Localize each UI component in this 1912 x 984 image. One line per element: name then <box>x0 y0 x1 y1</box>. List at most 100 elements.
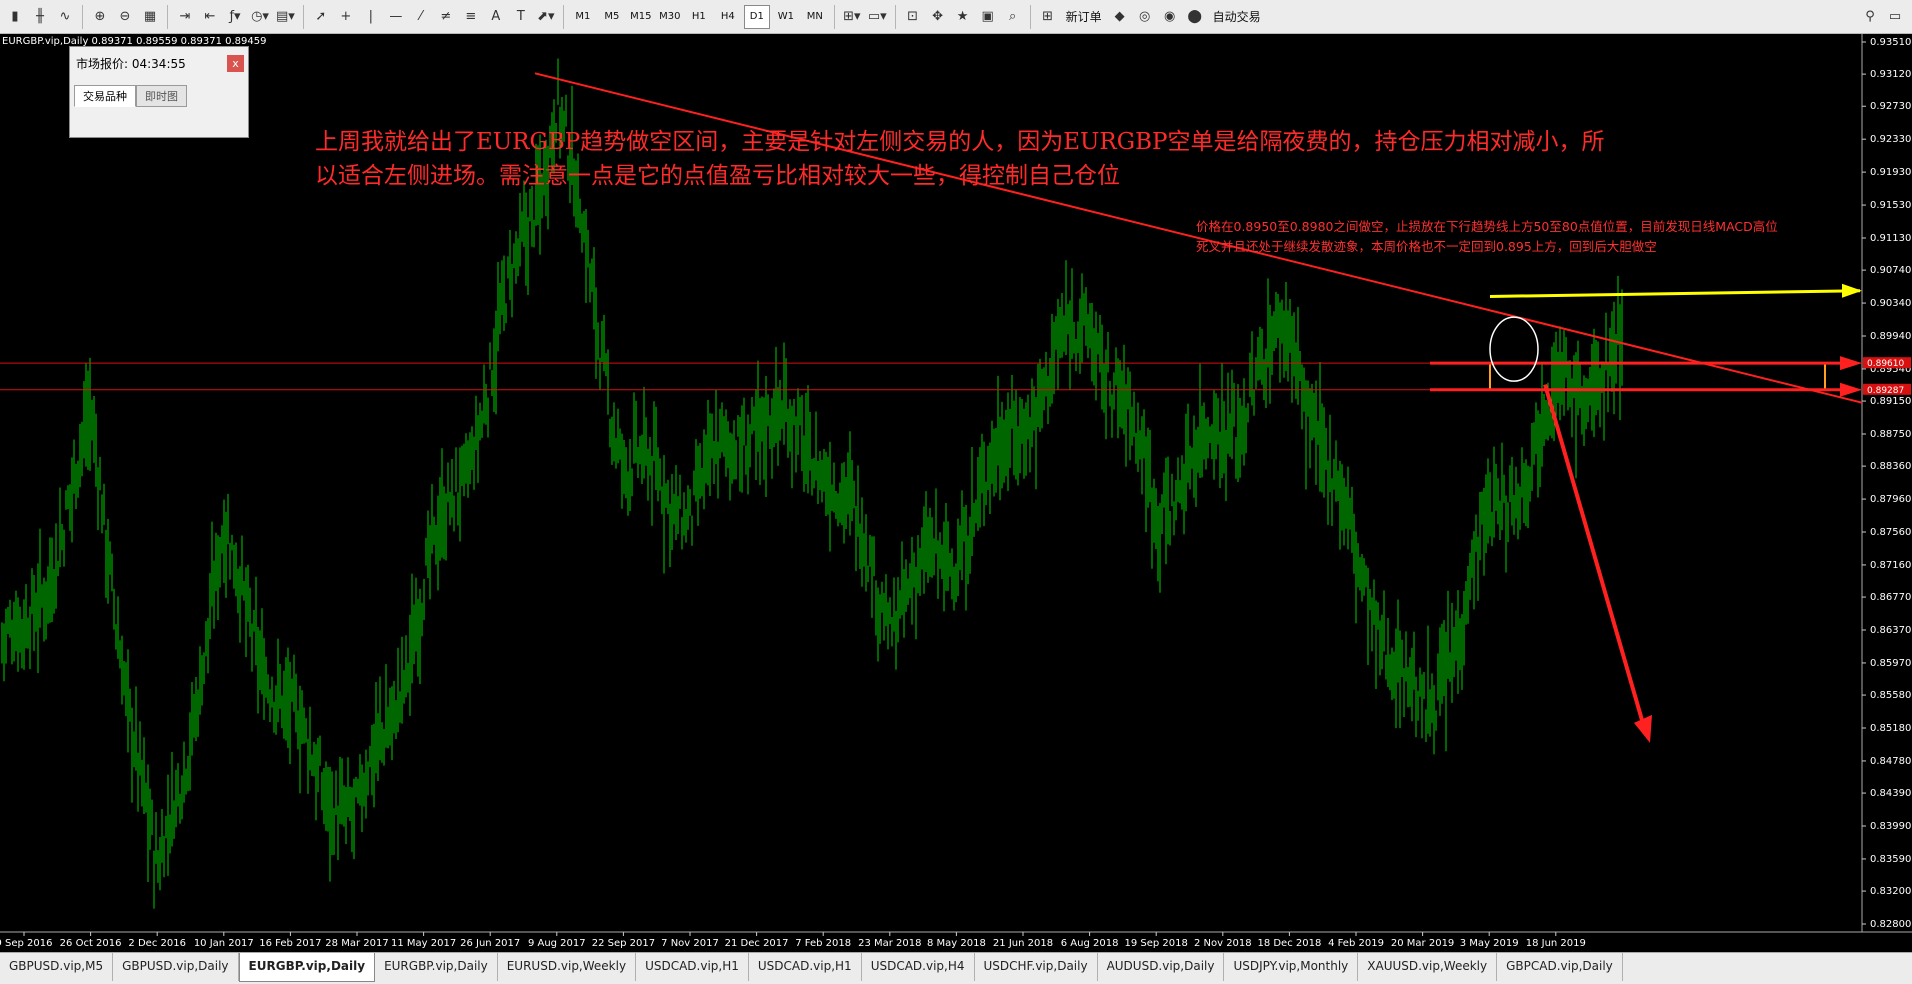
market-watch-tabs: 交易品种 即时图 <box>74 85 187 107</box>
arrows-icon[interactable]: ⬈▾ <box>535 5 557 29</box>
timeframe-h1[interactable]: H1 <box>686 5 712 29</box>
market-watch-window[interactable]: 市场报价: 04:34:55 x 交易品种 即时图 <box>69 46 249 138</box>
timeframe-w1[interactable]: W1 <box>773 5 799 29</box>
price-tick-label: 0.87960 <box>1870 494 1911 505</box>
price-tick-label: 0.90740 <box>1870 265 1911 276</box>
close-icon[interactable]: x <box>227 55 244 72</box>
chart-tab[interactable]: USDCHF.vip,Daily <box>975 953 1098 981</box>
time-tick-label: 11 May 2017 <box>391 938 456 949</box>
entry-zone-circle[interactable] <box>1489 316 1539 382</box>
new-order-icon[interactable]: ⊞ <box>1037 5 1059 29</box>
bar-chart-icon[interactable]: ▮ <box>4 5 26 29</box>
crosshair-icon[interactable]: + <box>335 5 357 29</box>
price-tick-label: 0.88360 <box>1870 461 1911 472</box>
timeframe-mn[interactable]: MN <box>802 5 828 29</box>
chart-tab[interactable]: EURGBP.vip,Daily <box>238 953 376 982</box>
time-tick-label: 2 Nov 2018 <box>1194 938 1252 949</box>
red-arrow-head <box>1840 382 1862 397</box>
yellow-arrow-head <box>1842 283 1862 298</box>
chart-tab[interactable]: AUDUSD.vip,Daily <box>1098 953 1225 981</box>
price-tick-label: 0.85970 <box>1870 658 1911 669</box>
navigator-icon[interactable]: ✥ <box>927 5 949 29</box>
timeframe-m15[interactable]: M15 <box>628 5 654 29</box>
time-tick-label: 9 Aug 2017 <box>528 938 586 949</box>
price-tick-label: 0.84780 <box>1870 756 1911 767</box>
search-icon[interactable]: ⚲ <box>1859 5 1881 29</box>
down-arrow <box>1543 384 1647 732</box>
trendline-icon[interactable]: ⁄ <box>410 5 432 29</box>
fibonacci-icon[interactable]: ≡ <box>460 5 482 29</box>
price-tick-label: 0.92730 <box>1870 101 1911 112</box>
new-chart-icon[interactable]: ⊞▾ <box>841 5 863 29</box>
price-tick-label: 0.84390 <box>1870 788 1911 799</box>
timeframe-m30[interactable]: M30 <box>657 5 683 29</box>
chart-tab[interactable]: GBPCAD.vip,Daily <box>1497 953 1623 981</box>
time-tick-label: 9 Sep 2016 <box>0 938 53 949</box>
periods-icon[interactable]: ◷▾ <box>249 5 271 29</box>
timeframe-m1[interactable]: M1 <box>570 5 596 29</box>
indicators-icon[interactable]: ƒ▾ <box>224 5 246 29</box>
price-tick-label: 0.83590 <box>1870 854 1911 865</box>
price-tick-label: 0.87160 <box>1870 560 1911 571</box>
text-icon[interactable]: A <box>485 5 507 29</box>
time-tick-label: 19 Sep 2018 <box>1125 938 1188 949</box>
tile-windows-icon[interactable]: ▦ <box>139 5 161 29</box>
auto-trade-button[interactable]: 自动交易 <box>1209 8 1265 25</box>
cursor-icon[interactable]: ➚ <box>310 5 332 29</box>
favorites-icon[interactable]: ★ <box>952 5 974 29</box>
price-tick-label: 0.85180 <box>1870 723 1911 734</box>
price-label-lower: 0.89287 <box>1867 386 1904 396</box>
chart-tab[interactable]: GBPUSD.vip,M5 <box>0 953 114 981</box>
candlestick-icon[interactable]: ╫ <box>29 5 51 29</box>
market-icon[interactable]: ◉ <box>1159 5 1181 29</box>
timeframe-h4[interactable]: H4 <box>715 5 741 29</box>
strategy-tester-icon[interactable]: ⌕ <box>1002 5 1024 29</box>
signals-icon[interactable]: ◎ <box>1134 5 1156 29</box>
time-tick-label: 28 Mar 2017 <box>325 938 388 949</box>
timeframe-d1[interactable]: D1 <box>743 4 770 29</box>
vertical-line-icon[interactable]: | <box>360 5 382 29</box>
chart-shift-icon[interactable]: ⇤ <box>199 5 221 29</box>
text-label-icon[interactable]: T <box>510 5 532 29</box>
price-tick-label: 0.91530 <box>1870 200 1911 211</box>
time-tick-label: 18 Dec 2018 <box>1257 938 1321 949</box>
metaeditor-icon[interactable]: ◆ <box>1109 5 1131 29</box>
chart-tab[interactable]: USDCAD.vip,H1 <box>636 953 749 981</box>
timeframe-m5[interactable]: M5 <box>599 5 625 29</box>
toolbar-divider <box>82 4 83 29</box>
auto-trade-icon[interactable]: ⬤ <box>1184 5 1206 29</box>
auto-scroll-icon[interactable]: ⇥ <box>174 5 196 29</box>
zoom-in-icon[interactable]: ⊕ <box>89 5 111 29</box>
time-tick-label: 4 Feb 2019 <box>1328 938 1384 949</box>
chart-tab[interactable]: USDJPY.vip,Monthly <box>1224 953 1359 981</box>
chart-tab[interactable]: EURGBP.vip,Daily <box>375 953 498 981</box>
detail-line-1: 价格在0.8950至0.8980之间做空，止损放在下行趋势线上方50至80点值位… <box>1196 219 1778 234</box>
new-order-button[interactable]: 新订单 <box>1062 8 1106 25</box>
time-tick-label: 18 Jun 2019 <box>1526 938 1586 949</box>
tab-tick-chart[interactable]: 即时图 <box>136 85 187 107</box>
terminal-icon[interactable]: ▣ <box>977 5 999 29</box>
chart-tab[interactable]: XAUUSD.vip,Weekly <box>1358 953 1498 981</box>
chart-tab[interactable]: EURUSD.vip,Weekly <box>498 953 637 981</box>
price-label-upper: 0.89610 <box>1867 359 1904 369</box>
tab-symbols[interactable]: 交易品种 <box>74 85 136 107</box>
chat-icon[interactable]: ▭ <box>1884 5 1906 29</box>
profiles-icon[interactable]: ▭▾ <box>866 5 889 29</box>
zoom-out-icon[interactable]: ⊖ <box>114 5 136 29</box>
price-tick-label: 0.86770 <box>1870 592 1911 603</box>
price-tick-label: 0.87560 <box>1870 527 1911 538</box>
chart-tab[interactable]: USDCAD.vip,H1 <box>749 953 862 981</box>
price-tick-label: 0.82800 <box>1870 919 1911 930</box>
price-tick-label: 0.89940 <box>1870 331 1911 342</box>
chart-tab[interactable]: GBPUSD.vip,Daily <box>113 953 239 981</box>
time-tick-label: 21 Jun 2018 <box>993 938 1053 949</box>
short-zone-box[interactable] <box>1489 362 1826 391</box>
channel-icon[interactable]: ≠ <box>435 5 457 29</box>
market-watch-icon[interactable]: ⊡ <box>902 5 924 29</box>
price-tick-label: 0.86370 <box>1870 625 1911 636</box>
chart-tab[interactable]: USDCAD.vip,H4 <box>862 953 975 981</box>
time-tick-label: 7 Feb 2018 <box>795 938 851 949</box>
line-chart-icon[interactable]: ∿ <box>54 5 76 29</box>
horizontal-line-icon[interactable]: — <box>385 5 407 29</box>
templates-icon[interactable]: ▤▾ <box>274 5 297 29</box>
